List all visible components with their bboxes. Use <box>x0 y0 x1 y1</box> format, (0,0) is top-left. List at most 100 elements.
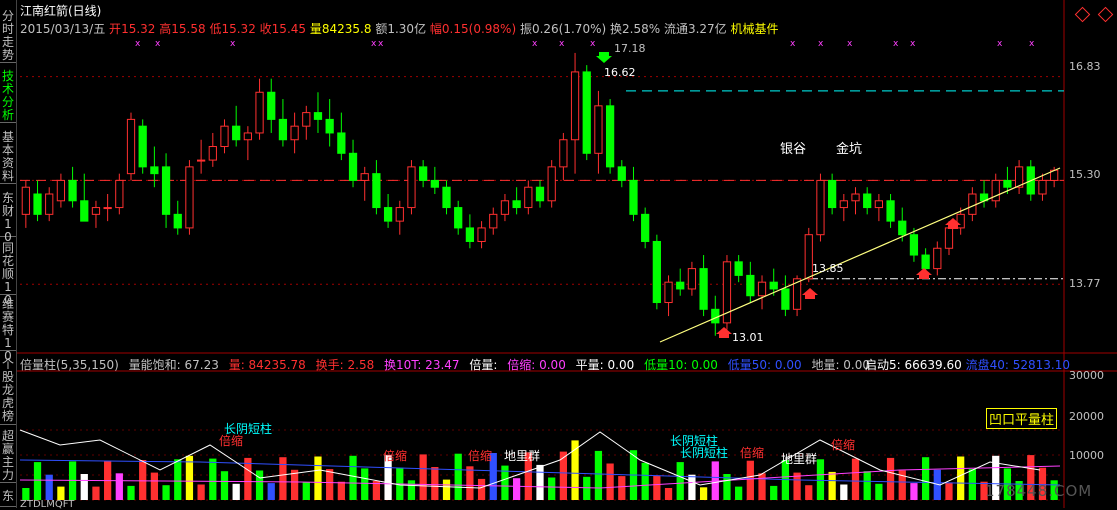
tab-technical-analysis[interactable]: 技术分析 <box>0 70 16 123</box>
event-marker-icon: x <box>893 39 899 49</box>
vol-anno-ground-group-1: 地里群 <box>504 449 541 463</box>
indicator-turnover: 换手: 2.58 <box>315 358 375 372</box>
event-marker-icon: x <box>155 39 161 49</box>
candle-body <box>652 240 661 304</box>
volume-bar <box>361 468 369 500</box>
tab-ths[interactable]: 同花顺10 <box>0 242 16 307</box>
candle-body <box>255 91 264 134</box>
candle-body <box>570 71 580 141</box>
open-value: 15.32 <box>121 22 156 36</box>
restore-icon[interactable] <box>1074 6 1091 23</box>
candle-body <box>465 227 475 242</box>
vol-anno-shrink-2: 倍缩 <box>383 449 408 463</box>
candle-body <box>33 193 42 215</box>
support-trendline <box>659 167 1061 343</box>
candle-body <box>91 207 101 215</box>
volume-bar <box>33 462 42 500</box>
tab-super-main[interactable]: 超赢主力 <box>0 430 16 483</box>
volume-bar <box>699 487 708 500</box>
volume-bar <box>442 479 451 500</box>
indicator-header: 倍量柱(5,35,150) 量能饱和: 67.23 量: 84235.78 换手… <box>20 356 876 373</box>
volume-bar <box>816 459 825 500</box>
vol-anno-long-yin-3: 长阴短柱 <box>680 446 729 460</box>
volume-bar <box>921 457 930 500</box>
price-axis-label-high: 16.83 <box>1069 60 1101 73</box>
indicator-float40: 流盘40: 52813.10 <box>965 358 1070 372</box>
volume-bar <box>150 472 159 500</box>
tab-intraday[interactable]: 分时走势 <box>0 10 16 63</box>
volume-bar <box>945 482 953 500</box>
vol-anno-shrink-3: 倍缩 <box>468 449 493 463</box>
volume-axis-label-mid: 20000 <box>1069 410 1104 423</box>
candle-body <box>851 193 860 202</box>
indicator-name[interactable]: 倍量柱(5,35,150) <box>20 358 119 372</box>
volume-bar <box>863 471 871 500</box>
tab-eastmoney[interactable]: 东财10 <box>0 192 16 244</box>
volume-bar <box>466 466 474 500</box>
candle-body <box>711 308 720 324</box>
candle-body <box>512 200 521 209</box>
volume-bar <box>302 482 310 500</box>
float-value: 流通3.27亿 <box>663 22 727 36</box>
candle-body <box>617 166 626 181</box>
volume-bar <box>326 469 334 500</box>
event-marker-icon: x <box>790 39 796 49</box>
candle-body <box>56 179 66 202</box>
candle-body <box>197 159 206 162</box>
tab-more[interactable]: 东 <box>0 490 16 507</box>
volume-bar <box>57 486 65 500</box>
candle-body <box>80 200 89 222</box>
candle-body <box>944 227 954 249</box>
indicator-double: 倍量: <box>469 358 498 372</box>
candle-body <box>383 207 393 222</box>
event-marker-icon: x <box>910 39 916 49</box>
candle-body <box>886 200 895 222</box>
up-arrow-icon <box>916 268 932 279</box>
volume-bar <box>513 478 521 500</box>
volume-bar <box>220 471 229 500</box>
indicator-low50: 低量50: 0.00 <box>727 358 802 372</box>
candle-body <box>68 179 77 202</box>
level-1385-label: 13.85 <box>812 262 844 275</box>
silver-valley-label: 银谷 <box>780 142 807 157</box>
close-value: 15.45 <box>271 22 307 36</box>
event-marker-icon: x <box>378 39 384 49</box>
volume-bar <box>232 483 240 500</box>
window-controls <box>1069 6 1114 23</box>
candle-body <box>933 247 942 270</box>
tab-wsite[interactable]: 维赛特10 <box>0 298 16 363</box>
candle-body <box>21 186 30 215</box>
volume-bar <box>337 481 345 500</box>
candle-body <box>909 234 919 256</box>
tab-dragon-tiger[interactable]: 个股龙虎榜 <box>0 358 16 425</box>
candle-body <box>874 200 883 209</box>
candle-body <box>138 125 147 168</box>
candle-body <box>372 173 381 209</box>
stock-name: 江南红箭(日线) <box>20 4 102 18</box>
volume-bar <box>431 467 439 500</box>
candle-body <box>243 132 252 141</box>
volume-axis-label-top: 30000 <box>1069 369 1104 382</box>
low-marker-label: 13.01 <box>732 331 764 344</box>
kline-chart[interactable]: xxxxxxxxxxxxxxx <box>0 0 1117 508</box>
volume-bar <box>583 476 591 500</box>
maximize-icon[interactable] <box>1097 6 1114 23</box>
candle-body <box>968 193 977 215</box>
tab-basic-info[interactable]: 基本资料 <box>0 131 16 184</box>
candle-body <box>863 193 872 209</box>
quote-date: 2015/03/13/五 <box>20 22 106 36</box>
volume-bar <box>174 459 182 500</box>
level-1662-label: 16.62 <box>604 66 636 79</box>
sector-label[interactable]: 机械基件 <box>731 22 779 36</box>
low-label: 低 <box>209 22 222 36</box>
candle-body <box>150 166 159 175</box>
candle-body <box>267 91 276 120</box>
candle-body <box>757 281 767 297</box>
volume-bar <box>139 460 147 500</box>
candle-body <box>185 166 194 229</box>
candle-body <box>1003 179 1012 188</box>
volume-bar <box>45 474 53 500</box>
high-marker-label: 17.18 <box>614 42 646 55</box>
candle-body <box>769 281 778 290</box>
event-marker-icon: x <box>559 39 565 49</box>
